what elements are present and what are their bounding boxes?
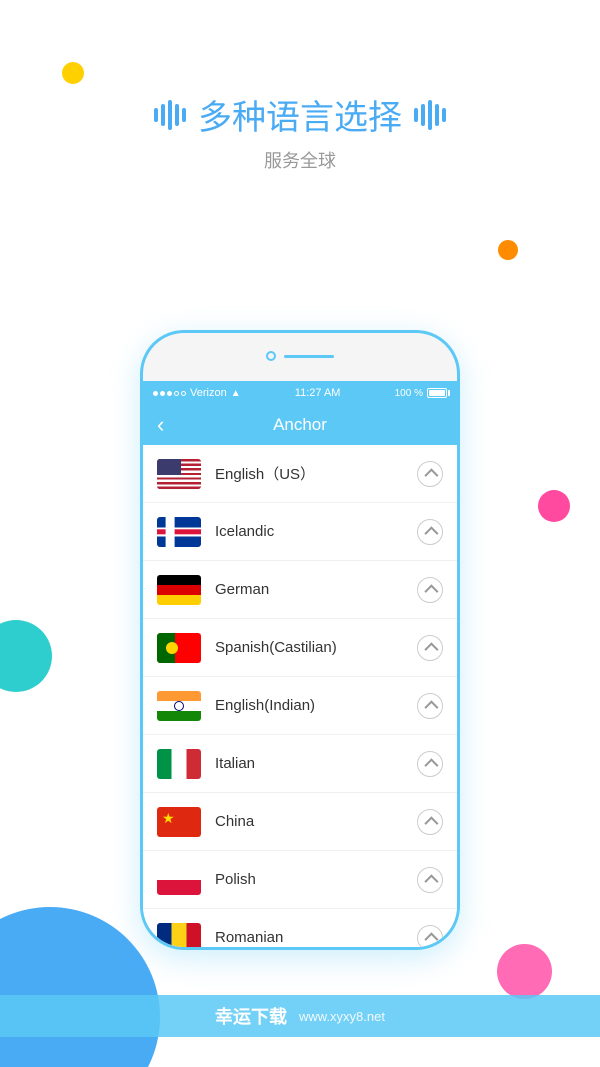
status-right: 100 % (395, 388, 447, 399)
watermark-label: 幸运下载 (215, 1003, 287, 1029)
phone-line-indicator (284, 355, 334, 358)
nav-title: Anchor (273, 415, 327, 435)
list-item[interactable]: Italian (143, 735, 457, 793)
language-name: English(Indian) (215, 697, 417, 714)
flag-us-icon (157, 459, 201, 489)
phone-frame: Verizon ▲ 11:27 AM 100 % ‹ Anchor Englis… (140, 330, 460, 950)
flag-is-icon (157, 517, 201, 547)
sound-wave-left-icon (154, 100, 186, 130)
phone-circle-indicator (266, 351, 276, 361)
decorative-dot-blue-large (0, 907, 160, 1067)
decorative-dot-orange (498, 240, 518, 260)
title-text: 多种语言选择 (198, 90, 402, 139)
signal-dot-1 (153, 391, 158, 396)
list-item[interactable]: China (143, 793, 457, 851)
status-left: Verizon ▲ (153, 387, 241, 399)
language-list: English（US） Icelandic German (143, 445, 457, 947)
decorative-dot-pink (538, 490, 570, 522)
language-name: German (215, 581, 417, 598)
decorative-dot-teal (0, 620, 52, 692)
phone-mockup: Verizon ▲ 11:27 AM 100 % ‹ Anchor Englis… (140, 330, 460, 950)
chevron-up-icon[interactable] (417, 693, 443, 719)
list-item[interactable]: German (143, 561, 457, 619)
language-name: Icelandic (215, 523, 417, 540)
flag-it-icon (157, 749, 201, 779)
list-item[interactable]: Icelandic (143, 503, 457, 561)
signal-dots (153, 391, 186, 396)
chevron-up-icon[interactable] (417, 809, 443, 835)
list-item[interactable]: Romanian (143, 909, 457, 947)
carrier-name: Verizon (190, 387, 227, 399)
phone-top-notch (266, 351, 334, 361)
chevron-up-icon[interactable] (417, 577, 443, 603)
signal-dot-2 (160, 391, 165, 396)
sound-wave-right-icon (414, 100, 446, 130)
list-item[interactable]: Polish (143, 851, 457, 909)
chevron-up-icon[interactable] (417, 751, 443, 777)
header-title: 多种语言选择 (0, 90, 600, 139)
flag-cn-icon (157, 807, 201, 837)
decorative-dot-pink-bottom (497, 944, 552, 999)
list-item[interactable]: English（US） (143, 445, 457, 503)
wifi-icon: ▲ (231, 388, 241, 399)
flag-in-icon (157, 691, 201, 721)
battery-icon (427, 388, 447, 398)
status-time: 11:27 AM (295, 387, 341, 399)
chevron-up-icon[interactable] (417, 867, 443, 893)
decorative-dot-yellow (62, 62, 84, 84)
language-name: Italian (215, 755, 417, 772)
back-button[interactable]: ‹ (157, 414, 164, 436)
language-name: English（US） (215, 463, 417, 484)
language-name: Spanish(Castilian) (215, 639, 417, 656)
battery-percentage: 100 % (395, 388, 423, 399)
flag-ro-icon (157, 923, 201, 948)
chevron-up-icon[interactable] (417, 635, 443, 661)
flag-pl-icon (157, 865, 201, 895)
list-item[interactable]: Spanish(Castilian) (143, 619, 457, 677)
battery-fill (429, 390, 445, 396)
list-item[interactable]: English(Indian) (143, 677, 457, 735)
chevron-up-icon[interactable] (417, 461, 443, 487)
signal-dot-4 (174, 391, 179, 396)
header-area: 多种语言选择 服务全球 (0, 90, 600, 173)
status-bar: Verizon ▲ 11:27 AM 100 % (143, 381, 457, 405)
nav-bar: ‹ Anchor (143, 405, 457, 445)
language-name: Polish (215, 871, 417, 888)
watermark-url: www.xyxy8.net (299, 1009, 385, 1024)
chevron-up-icon[interactable] (417, 519, 443, 545)
flag-pt-icon (157, 633, 201, 663)
chevron-up-icon[interactable] (417, 925, 443, 948)
language-name: Romanian (215, 929, 417, 946)
flag-de-icon (157, 575, 201, 605)
language-name: China (215, 813, 417, 830)
header-subtitle: 服务全球 (0, 147, 600, 173)
watermark-bar: 幸运下载 www.xyxy8.net (0, 995, 600, 1037)
signal-dot-5 (181, 391, 186, 396)
signal-dot-3 (167, 391, 172, 396)
watermark: 幸运下载 www.xyxy8.net (0, 995, 600, 1037)
